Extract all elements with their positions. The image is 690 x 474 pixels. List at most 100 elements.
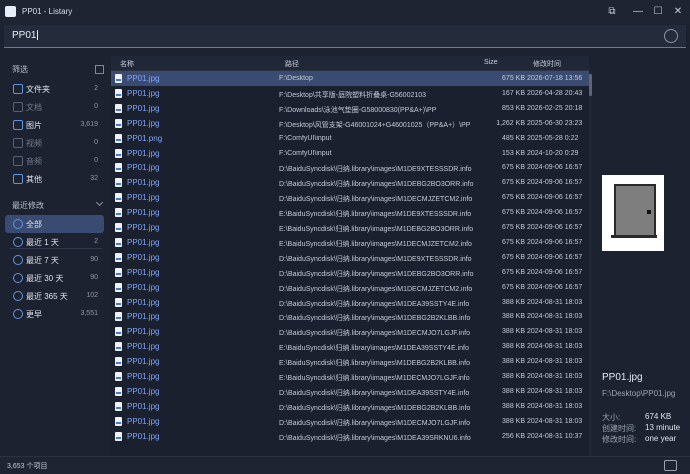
- minimize-button[interactable]: —: [630, 4, 646, 20]
- table-row[interactable]: PP01.jpg D:\BaiduSyncdisk\归纳.library\imag…: [111, 280, 589, 295]
- time-7-days-label: 最近 7 天: [26, 256, 59, 265]
- image-file-icon: [115, 357, 122, 367]
- table-row[interactable]: PP01.jpg E:\BaiduSyncdisk\归纳.library\imag…: [111, 339, 589, 354]
- filter-audio[interactable]: 音频 0: [5, 152, 104, 170]
- preview-pane: PP01.jpg F:\Desktop\PP01.jpg 大小: 674 KB …: [593, 56, 690, 456]
- filter-document[interactable]: 文档 0: [5, 98, 104, 116]
- column-header-path[interactable]: 路径: [285, 59, 299, 69]
- filter-image-count: 3,619: [80, 121, 98, 128]
- table-row[interactable]: PP01.jpg F:\Desktop\风管支架-G46001024+G46001…: [111, 116, 589, 131]
- scroll-thumb[interactable]: [589, 74, 592, 96]
- table-row[interactable]: PP01.jpg D:\BaiduSyncdisk\归纳.library\imag…: [111, 429, 589, 444]
- file-size-cell: 153 KB: [502, 149, 525, 157]
- table-row[interactable]: PP01.jpg E:\BaiduSyncdisk\归纳.library\imag…: [111, 369, 589, 384]
- file-name-cell: PP01.jpg: [127, 401, 160, 411]
- time-earlier[interactable]: 更早 3,551: [5, 305, 104, 323]
- file-name-cell: PP01.png: [127, 133, 163, 143]
- file-date-cell: 2024-08-31 18:03: [527, 328, 583, 336]
- file-size-cell: 388 KB: [502, 343, 525, 351]
- document-icon: [13, 102, 23, 112]
- table-row[interactable]: PP01.jpg F:\Desktop\共享版-庭院塑料折叠桌-G56002103…: [111, 86, 589, 101]
- search-query-text: PP01: [12, 30, 37, 41]
- table-row[interactable]: PP01.jpg D:\BaiduSyncdisk\归纳.library\imag…: [111, 265, 589, 280]
- table-row[interactable]: PP01.jpg D:\BaiduSyncdisk\归纳.library\imag…: [111, 250, 589, 265]
- table-row[interactable]: PP01.jpg D:\BaiduSyncdisk\归纳.library\imag…: [111, 295, 589, 310]
- modified-header: 最近修改: [12, 201, 44, 210]
- file-size-cell: 256 KB: [502, 432, 525, 440]
- chevron-down-icon[interactable]: [95, 198, 104, 207]
- file-name-cell: PP01.jpg: [127, 431, 160, 441]
- filter-document-count: 0: [94, 103, 98, 110]
- time-30-days-label: 最近 30 天: [26, 274, 64, 283]
- table-row[interactable]: PP01.png F:\ComfyUI\input 485 KB 2025-05-28…: [111, 131, 589, 146]
- search-input[interactable]: PP01: [12, 30, 39, 41]
- file-size-cell: 388 KB: [502, 328, 525, 336]
- image-file-icon: [115, 252, 122, 262]
- file-size-cell: 388 KB: [502, 402, 525, 410]
- scrollbar[interactable]: [589, 72, 592, 456]
- search-bar[interactable]: PP01: [4, 25, 686, 48]
- time-7-days[interactable]: 最近 7 天 90: [5, 251, 104, 269]
- table-row[interactable]: PP01.jpg E:\BaiduSyncdisk\归纳.library\imag…: [111, 235, 589, 250]
- column-header-name[interactable]: 名称: [120, 59, 134, 69]
- file-date-cell: 2024-09-06 16:57: [527, 268, 583, 276]
- image-file-icon: [115, 88, 122, 98]
- column-header-date[interactable]: 修改时间: [533, 59, 561, 69]
- close-button[interactable]: ✕: [670, 4, 686, 20]
- clock-icon: [13, 255, 23, 265]
- table-row[interactable]: PP01.jpg D:\BaiduSyncdisk\归纳.library\imag…: [111, 384, 589, 399]
- file-size-cell: 675 KB: [502, 164, 525, 172]
- time-all[interactable]: 全部: [5, 215, 104, 233]
- table-row[interactable]: PP01.jpg E:\BaiduSyncdisk\归纳.library\imag…: [111, 354, 589, 369]
- filter-image[interactable]: 图片 3,619: [5, 116, 104, 134]
- table-row[interactable]: PP01.jpg D:\BaiduSyncdisk\归纳.library\imag…: [111, 160, 589, 175]
- table-row[interactable]: PP01.jpg E:\BaiduSyncdisk\归纳.library\imag…: [111, 205, 589, 220]
- time-30-days-count: 90: [90, 274, 98, 281]
- maximize-button[interactable]: ☐: [650, 4, 666, 20]
- table-row[interactable]: PP01.jpg D:\BaiduSyncdisk\归纳.library\imag…: [111, 399, 589, 414]
- file-date-cell: 2024-09-06 16:57: [527, 194, 583, 202]
- table-row[interactable]: PP01.jpg D:\BaiduSyncdisk\归纳.library\imag…: [111, 190, 589, 205]
- filter-other[interactable]: 其他 32: [5, 170, 104, 188]
- file-size-cell: 388 KB: [502, 387, 525, 395]
- preview-thumbnail[interactable]: [602, 175, 664, 251]
- table-row[interactable]: PP01.jpg D:\BaiduSyncdisk\归纳.library\imag…: [111, 175, 589, 190]
- column-header-size[interactable]: Size: [484, 59, 498, 66]
- filter-folder-count: 2: [94, 85, 98, 92]
- filter-folder-label: 文件夹: [26, 85, 50, 94]
- file-name-cell: PP01.jpg: [127, 282, 160, 292]
- table-row[interactable]: PP01.jpg E:\BaiduSyncdisk\归纳.library\imag…: [111, 220, 589, 235]
- image-file-icon: [115, 193, 122, 203]
- filter-folder[interactable]: 文件夹 2: [5, 80, 104, 98]
- file-name-cell: PP01.jpg: [127, 148, 160, 158]
- image-file-icon: [115, 401, 122, 411]
- table-row[interactable]: PP01.jpg D:\BaiduSyncdisk\归纳.library\imag…: [111, 309, 589, 324]
- time-30-days[interactable]: 最近 30 天 90: [5, 269, 104, 287]
- time-365-days[interactable]: 最近 365 天 102: [5, 287, 104, 305]
- search-icon[interactable]: [664, 29, 678, 43]
- image-file-icon: [115, 163, 122, 173]
- clock-icon: [13, 273, 23, 283]
- file-date-cell: 2024-08-31 18:03: [527, 373, 583, 380]
- table-row[interactable]: PP01.jpg F:\Downloads\泳池气垫圈-G58000830(PP&…: [111, 101, 589, 116]
- file-name-cell: PP01.jpg: [127, 416, 160, 426]
- filter-video[interactable]: 视频 0: [5, 134, 104, 152]
- table-row[interactable]: PP01.jpg F:\ComfyUI\input 153 KB 2024-10-20…: [111, 146, 589, 161]
- preview-created-label: 创建时间:: [602, 424, 637, 433]
- table-row[interactable]: PP01.jpg D:\BaiduSyncdisk\归纳.library\imag…: [111, 414, 589, 429]
- toggle-preview-icon[interactable]: [664, 460, 677, 471]
- results-list: 名称 路径 Size 修改时间 PP01.jpg F:\Desktop 675 KB…: [111, 56, 589, 456]
- image-file-icon: [115, 103, 122, 113]
- file-path-cell: D:\BaiduSyncdisk\归纳.library\images\M1DEC…: [279, 330, 471, 338]
- file-size-cell: 675 KB: [502, 179, 525, 187]
- pin-icon[interactable]: ⧉: [604, 4, 620, 20]
- file-name-cell: PP01.jpg: [127, 118, 160, 128]
- preview-modified-value: one year: [645, 434, 677, 443]
- table-row[interactable]: PP01.jpg D:\BaiduSyncdisk\归纳.library\imag…: [111, 324, 589, 339]
- time-1-day[interactable]: 最近 1 天 2: [5, 233, 104, 251]
- file-date-cell: 2024-08-31 18:03: [527, 417, 583, 425]
- file-path-cell: D:\BaiduSyncdisk\归纳.library\images\M1DEB…: [279, 315, 471, 323]
- edit-filter-icon[interactable]: [95, 65, 104, 74]
- table-row[interactable]: PP01.jpg F:\Desktop 675 KB 2026-07-18 13:56: [111, 71, 589, 86]
- preview-file-name: PP01.jpg: [602, 372, 643, 383]
